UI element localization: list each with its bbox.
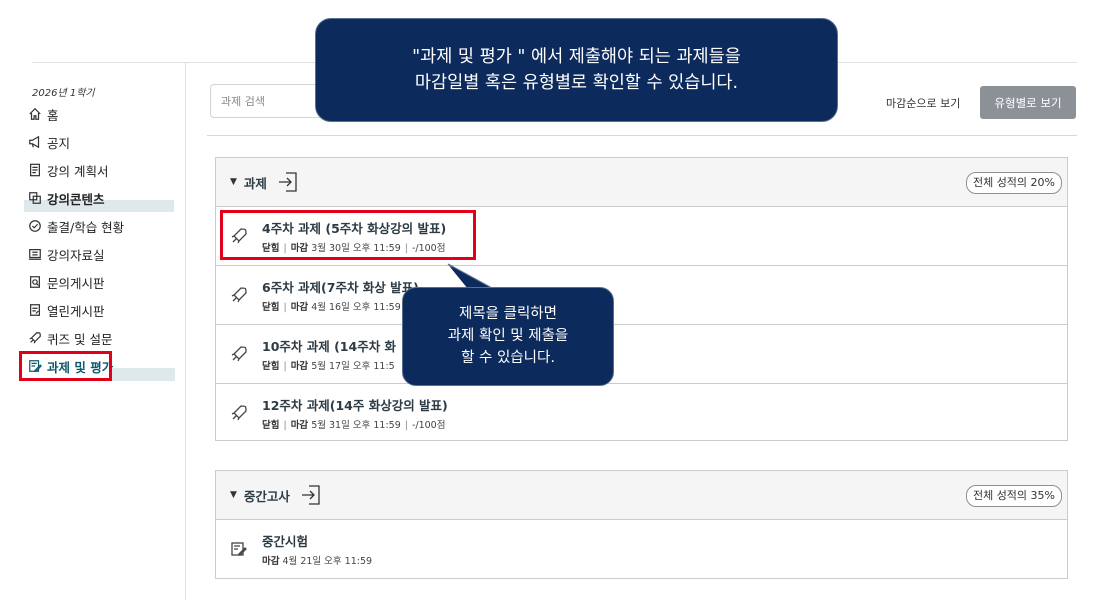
nav-attendance[interactable]: 출결/학습 현황: [24, 212, 174, 240]
assignment-meta: 마감 4월 21일 오후 11:59: [262, 553, 372, 567]
assignment-title-link[interactable]: 6주차 과제(7주차 화상 발표): [262, 277, 419, 296]
assignment-meta: 닫힘 | 마감 5월 17일 오후 11:5: [262, 361, 395, 372]
guide-callout-title: 제목을 클릭하면 과제 확인 및 제출을 할 수 있습니다.: [402, 287, 614, 386]
nav-open-board-label: 열린게시판: [47, 303, 105, 319]
due-label: 마감: [290, 302, 309, 313]
nav-home[interactable]: 홈: [24, 100, 174, 128]
due-date: 4월 21일 오후 11:59: [282, 556, 373, 567]
nav-quiz-survey-label: 퀴즈 및 설문: [47, 331, 113, 347]
nav-home-label: 홈: [47, 107, 59, 123]
callout-text-line: 마감일별 혹은 유형별로 확인할 수 있습니다.: [414, 73, 739, 93]
guide-callout-top: "과제 및 평가 " 에서 제출해야 되는 과제들을 마감일별 혹은 유형별로 …: [315, 18, 838, 122]
toolbar-divider: [207, 135, 1077, 136]
assignment-row[interactable]: 10주차 과제 (14주차 화 닫힘 | 마감 5월 17일 오후 11:5: [216, 325, 1067, 384]
caret-down-icon[interactable]: ▼: [230, 490, 237, 500]
nav-archive[interactable]: 강의자료실: [24, 240, 174, 268]
assignment-search-input[interactable]: [210, 84, 330, 118]
attendance-icon: [27, 218, 43, 234]
inquiry-board-icon: [27, 274, 43, 290]
nav-notice-label: 공지: [47, 135, 71, 151]
term-label: 2026년 1학기: [32, 88, 95, 99]
due-label: 마감: [262, 556, 280, 567]
score: -/100점: [411, 420, 446, 431]
quiz-icon: [230, 540, 248, 558]
syllabus-icon: [27, 162, 43, 178]
submit-arrow-icon: [300, 484, 322, 506]
active-nav-annotation-box: [19, 351, 112, 381]
status-label: 닫힘: [262, 302, 280, 313]
group-weight-badge: 전체 성적의 35%: [965, 485, 1062, 507]
callout-text-line: 과제 확인 및 제출을: [447, 328, 569, 344]
home-icon: [27, 106, 43, 122]
assignment-title-link[interactable]: 중간시험: [262, 531, 308, 550]
assignment-title-link[interactable]: 10주차 과제 (14주차 화: [262, 336, 396, 355]
rocket-icon: [230, 404, 248, 422]
group-weight-badge: 전체 성적의 20%: [965, 172, 1062, 194]
due-date: 5월 31일 오후 11:59: [311, 420, 401, 431]
assignment-meta: 닫힘 | 마감 5월 31일 오후 11:59 | -/100점: [262, 420, 446, 431]
group-title: 중간고사: [243, 488, 290, 504]
assignment-group-midterm: ▼ 중간고사 전체 성적의 35% 중간시험 마감 4월 21일 오후 11:5…: [215, 470, 1068, 579]
caret-down-icon[interactable]: ▼: [230, 177, 237, 187]
callout-text-line: 할 수 있습니다.: [461, 350, 555, 366]
assignment-row[interactable]: 12주차 과제(14주 화상강의 발표) 닫힘 | 마감 5월 31일 오후 11:…: [216, 384, 1067, 442]
archive-icon: [27, 246, 43, 262]
open-board-icon: [27, 302, 43, 318]
course-nav: 홈 공지 강의 계획서 강의콘텐츠 출결/학습 현황 강의자료실 문의게시판 열…: [24, 100, 174, 380]
due-date: 5월 17일 오후 11:5: [311, 361, 395, 372]
group-title: 과제: [243, 175, 267, 191]
due-date: 4월 16일 오후 11:59: [311, 302, 401, 313]
callout-text-line: 제목을 클릭하면: [459, 306, 557, 322]
status-label: 닫힘: [262, 361, 280, 372]
assignment-group-homework: ▼ 과제 전체 성적의 20% 4주차 과제 (5주차 화상강의 발표) 닫힘 |…: [215, 157, 1068, 441]
assignment-row[interactable]: 6주차 과제(7주차 화상 발표) 닫힘 | 마감 4월 16일 오후 11:59: [216, 266, 1067, 325]
group-header[interactable]: ▼ 중간고사 전체 성적의 35%: [216, 471, 1067, 520]
nav-open-board[interactable]: 열린게시판: [24, 296, 174, 324]
assignment-row[interactable]: 중간시험 마감 4월 21일 오후 11:59: [216, 520, 1067, 578]
nav-content-label: 강의콘텐츠: [47, 191, 105, 207]
megaphone-icon: [27, 134, 43, 150]
sort-by-due-link[interactable]: 마감순으로 보기: [886, 95, 960, 111]
nav-syllabus[interactable]: 강의 계획서: [24, 156, 174, 184]
submit-arrow-icon: [277, 171, 299, 193]
rocket-icon: [27, 330, 43, 346]
nav-syllabus-label: 강의 계획서: [47, 163, 109, 179]
nav-inquiry-board[interactable]: 문의게시판: [24, 268, 174, 296]
nav-inquiry-board-label: 문의게시판: [47, 275, 105, 291]
due-label: 마감: [290, 361, 309, 372]
group-header[interactable]: ▼ 과제 전체 성적의 20%: [216, 158, 1067, 207]
rocket-icon: [230, 286, 248, 304]
nav-archive-label: 강의자료실: [47, 247, 105, 263]
nav-attendance-label: 출결/학습 현황: [47, 219, 125, 235]
content-icon: [27, 190, 43, 206]
due-label: 마감: [290, 420, 309, 431]
callout-text-line: "과제 및 평가 " 에서 제출해야 되는 과제들을: [412, 47, 741, 67]
assignment-title-link[interactable]: 12주차 과제(14주 화상강의 발표): [262, 395, 448, 414]
rocket-icon: [230, 345, 248, 363]
status-label: 닫힘: [262, 420, 280, 431]
nav-quiz-survey[interactable]: 퀴즈 및 설문: [24, 324, 174, 352]
sidebar-divider: [185, 63, 186, 600]
nav-content[interactable]: 강의콘텐츠: [24, 184, 174, 212]
assignment-meta: 닫힘 | 마감 4월 16일 오후 11:59: [262, 302, 401, 313]
title-annotation-box: [220, 210, 476, 260]
sort-by-type-button[interactable]: 유형별로 보기: [980, 86, 1076, 119]
nav-notice[interactable]: 공지: [24, 128, 174, 156]
